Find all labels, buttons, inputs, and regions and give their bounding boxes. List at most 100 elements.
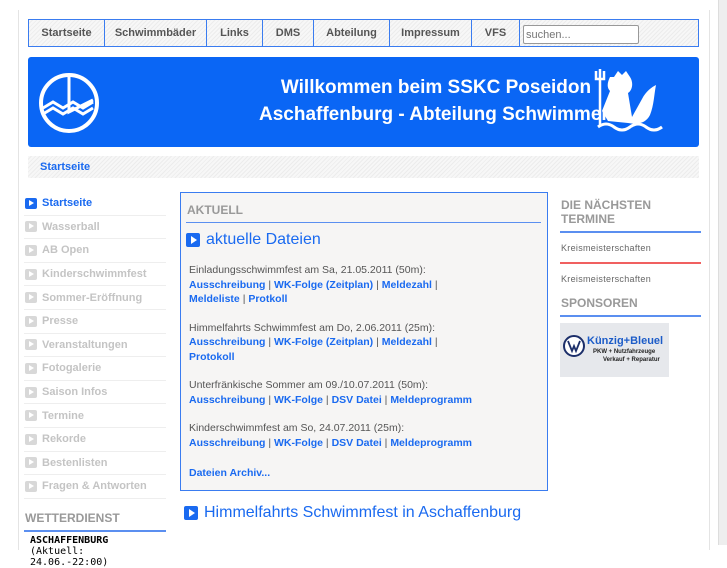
event-link[interactable]: Ausschreibung [189,279,265,291]
separator: | [265,436,274,449]
event-link[interactable]: WK-Folge [274,394,323,406]
sidebar-item-label: Termine [42,409,84,422]
sponsor-name: Künzig+Bleuel [587,335,664,347]
event-title: Himmelfahrts Schwimmfest am Do, 2.06.201… [189,321,436,334]
article-title-text: Himmelfahrts Schwimmfest in Aschaffenbur… [204,504,522,521]
nav-abteilung[interactable]: Abteilung [314,20,390,46]
event-link[interactable]: Protkoll [248,293,287,305]
vw-logo-icon [563,335,585,357]
play-icon [25,457,37,469]
weather-updated: (Aktuell: 24.06.-22:00) [30,545,109,568]
separator: | [323,393,332,406]
nav-links[interactable]: Links [207,20,263,46]
article-title[interactable]: Himmelfahrts Schwimmfest in Aschaffenbur… [184,504,521,522]
separator: | [373,336,382,348]
sidebar-item-label: Fotogalerie [42,362,102,375]
breadcrumb-startseite[interactable]: Startseite [40,161,90,173]
sidebar-item[interactable]: Veranstaltungen [24,334,166,358]
sidebar-item[interactable]: Rekorde [24,428,166,452]
sponsors-title: SPONSOREN [560,290,701,317]
sidebar-item[interactable]: Bestenlisten [24,452,166,476]
play-icon [25,197,37,209]
separator: | [323,436,332,449]
separator: | [265,393,274,406]
sidebar-item[interactable]: Presse [24,310,166,334]
sidebar-item[interactable]: Kinderschwimmfest [24,263,166,287]
sidebar-item-label: Rekorde [42,433,87,446]
weather-widget: ASCHAFFENBURG (Aktuell: 24.06.-22:00) [24,532,166,568]
event-block: Unterfränkische Sommer am 09./10.07.2011… [186,378,541,407]
nav-dms[interactable]: DMS [263,20,314,46]
sidebar-item[interactable]: Startseite [24,192,166,216]
event-block: Kinderschwimmfest am So, 24.07.2011 (25m… [186,421,541,450]
section-title: AKTUELL [186,197,541,223]
event-link[interactable]: WK-Folge (Zeitplan) [274,336,373,348]
sidebar-item-label: Veranstaltungen [42,338,128,351]
nav-startseite[interactable]: Startseite [29,20,105,46]
event-link[interactable]: Protokoll [189,351,235,363]
sidebar-item-label: Bestenlisten [42,456,108,469]
play-icon [25,433,37,445]
termin-item[interactable]: Kreismeisterschaften [560,233,701,264]
sidebar-item-label: Wasserball [42,220,100,233]
sidebar-item-label: Startseite [42,197,93,210]
event-link[interactable]: Ausschreibung [189,394,265,406]
separator: | [373,278,382,291]
weather-city: ASCHAFFENBURG [30,534,109,546]
nav-impressum[interactable]: Impressum [390,20,472,46]
sidebar-item[interactable]: AB Open [24,239,166,263]
event-link[interactable]: Meldezahl [382,279,432,291]
event-block: Himmelfahrts Schwimmfest am Do, 2.06.201… [186,321,541,365]
archive-link[interactable]: Dateien Archiv... [189,467,270,479]
separator: | [431,336,438,348]
search-input[interactable] [523,25,639,44]
event-title: Kinderschwimmfest am So, 24.07.2011 (25m… [189,422,405,434]
sidebar: Startseite Wasserball AB Open Kinderschwimm… [24,192,166,568]
play-icon [25,480,37,492]
play-icon [25,362,37,374]
event-link[interactable]: Meldeprogramm [390,394,472,406]
sidebar-item-label: Fragen & Antworten [42,480,147,493]
event-block: Einladungsschwimmfest am Sa, 21.05.2011 … [186,263,541,307]
play-icon [186,233,200,247]
sidebar-item[interactable]: Termine [24,404,166,428]
event-link[interactable]: DSV Datei [332,394,382,406]
sidebar-item[interactable]: Fragen & Antworten [24,475,166,499]
sidebar-item-label: Kinderschwimmfest [42,268,147,281]
sidebar-item[interactable]: Wasserball [24,216,166,240]
sidebar-item[interactable]: Saison Infos [24,381,166,405]
files-heading[interactable]: aktuelle Dateien [186,231,541,249]
scrollbar[interactable] [718,0,727,545]
aktuell-box: AKTUELL aktuelle Dateien Einladungsschwi… [180,192,548,491]
play-icon [25,268,37,280]
event-link[interactable]: Meldeliste [189,293,240,305]
event-title: Unterfränkische Sommer am 09./10.07.2011… [189,379,429,391]
event-link[interactable]: WK-Folge [274,437,323,449]
sponsor-banner[interactable]: Künzig+Bleuel PKW + Nutzfahrzeuge Verkau… [560,323,669,377]
play-icon [25,339,37,351]
header-banner: Willkommen beim SSKC Poseidon Aschaffenb… [28,57,699,147]
nav-schwimmbaeder[interactable]: Schwimmbäder [105,20,207,46]
main-nav: Startseite Schwimmbäder Links DMS Abteil… [28,19,699,47]
event-link[interactable]: DSV Datei [332,437,382,449]
event-link[interactable]: Ausschreibung [189,336,265,348]
sidebar-item[interactable]: Fotogalerie [24,357,166,381]
breadcrumb: Startseite [28,156,699,178]
play-icon [25,221,37,233]
sidebar-item-label: Sommer-Eröffnung [42,291,143,304]
files-heading-text: aktuelle Dateien [206,231,321,248]
event-link[interactable]: WK-Folge (Zeitplan) [274,279,373,291]
event-title: Einladungsschwimmfest am Sa, 21.05.2011 … [189,264,426,276]
event-link[interactable]: Ausschreibung [189,437,265,449]
play-icon [184,506,198,520]
termine-title: DIE NÄCHSTEN TERMINE [560,192,701,233]
termin-item[interactable]: Kreismeisterschaften [560,264,701,290]
separator: | [265,336,274,348]
sidebar-item-label: AB Open [42,244,90,257]
event-link[interactable]: Meldezahl [382,336,432,348]
right-column: DIE NÄCHSTEN TERMINE Kreismeisterschafte… [560,192,701,377]
nav-vfs[interactable]: VFS [472,20,520,46]
play-icon [25,315,37,327]
sidebar-item[interactable]: Sommer-Eröffnung [24,286,166,310]
event-link[interactable]: Meldeprogramm [390,437,472,449]
